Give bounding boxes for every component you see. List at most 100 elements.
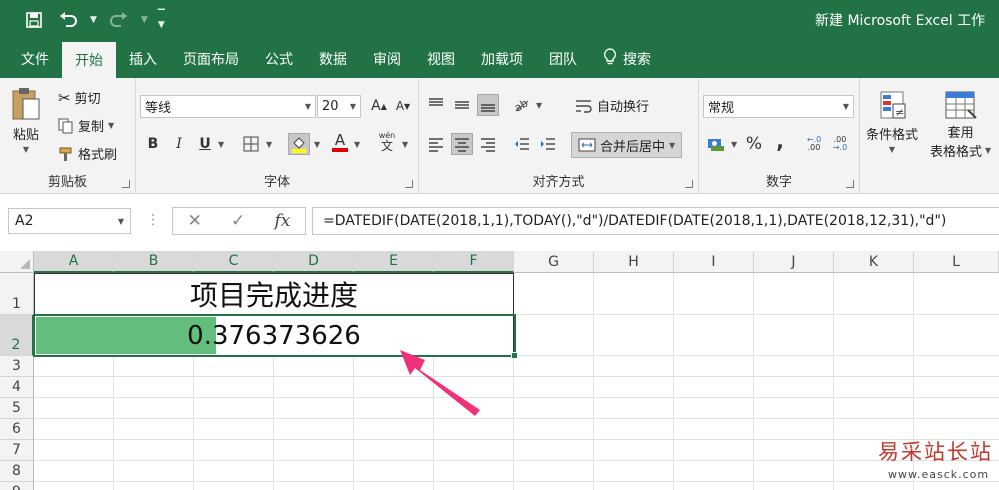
row-header-7[interactable]: 7 [0, 440, 34, 461]
insert-function-icon[interactable]: fx [275, 211, 291, 231]
align-left-icon[interactable] [425, 133, 447, 155]
column-header-i[interactable]: I [674, 251, 754, 273]
comma-button[interactable]: , [769, 129, 791, 153]
font-color-icon[interactable]: A [329, 131, 351, 153]
font-launcher-icon[interactable] [405, 180, 413, 188]
fill-handle[interactable] [511, 352, 518, 359]
format-as-table-dropdown-icon[interactable]: ▼ [985, 146, 991, 155]
align-bottom-icon[interactable] [477, 94, 499, 116]
customize-qat-icon[interactable]: ▔ ▼ [158, 10, 165, 30]
increase-decimal-icon[interactable]: ←.0.00 [803, 133, 825, 155]
tab-data[interactable]: 数据 [306, 40, 360, 78]
column-header-j[interactable]: J [754, 251, 834, 273]
fill-color-icon[interactable] [288, 133, 310, 155]
column-header-b[interactable]: B [114, 251, 194, 273]
row-header-5[interactable]: 5 [0, 398, 34, 419]
column-header-k[interactable]: K [834, 251, 914, 273]
undo-dropdown-icon[interactable]: ▼ [90, 15, 97, 25]
italic-button[interactable]: I [168, 133, 190, 155]
name-box[interactable]: A2 ▼ [8, 208, 131, 234]
tab-home[interactable]: 开始 [62, 42, 116, 78]
tab-insert[interactable]: 插入 [116, 40, 170, 78]
formula-input[interactable]: =DATEDIF(DATE(2018,1,1),TODAY(),"d")/DAT… [312, 207, 999, 235]
paste-dropdown-icon[interactable]: ▼ [23, 145, 29, 154]
decrease-font-icon[interactable]: A ▼ [392, 95, 414, 117]
tab-page-layout[interactable]: 页面布局 [170, 40, 252, 78]
borders-icon[interactable] [240, 133, 262, 155]
column-header-h[interactable]: H [594, 251, 674, 273]
save-icon[interactable] [22, 9, 46, 31]
row-header-6[interactable]: 6 [0, 419, 34, 440]
conditional-format-dropdown-icon[interactable]: ▼ [889, 145, 895, 154]
increase-indent-icon[interactable] [537, 133, 559, 155]
number-format-dropdown-icon[interactable]: ▼ [843, 102, 849, 111]
column-header-g[interactable]: G [514, 251, 594, 273]
accounting-dropdown-icon[interactable]: ▼ [731, 140, 737, 149]
bold-button[interactable]: B [142, 133, 164, 155]
cancel-icon[interactable]: ✕ [188, 211, 202, 231]
cell-a1-merged[interactable]: 项目完成进度 [34, 273, 514, 315]
underline-dropdown-icon[interactable]: ▼ [218, 140, 224, 149]
wrap-text-button[interactable]: 自动换行 [575, 96, 649, 115]
align-top-icon[interactable] [425, 94, 447, 116]
tab-file[interactable]: 文件 [8, 40, 62, 78]
row-header-2[interactable]: 2 [0, 315, 34, 356]
redo-dropdown-icon[interactable]: ▼ [141, 15, 148, 25]
phonetic-dropdown-icon[interactable]: ▼ [402, 140, 408, 149]
row-header-3[interactable]: 3 [0, 356, 34, 377]
row-header-1[interactable]: 1 [0, 273, 34, 315]
column-header-c[interactable]: C [194, 251, 274, 273]
copy-dropdown-icon[interactable]: ▼ [108, 121, 114, 130]
merge-center-dropdown-icon[interactable]: ▼ [669, 141, 675, 150]
tab-formulas[interactable]: 公式 [252, 40, 306, 78]
number-format-combo[interactable]: 常规 ▼ [703, 95, 854, 118]
copy-button[interactable]: 复制 ▼ [58, 116, 114, 135]
phonetic-icon[interactable]: wén 文 [376, 131, 398, 153]
fill-color-dropdown-icon[interactable]: ▼ [314, 140, 320, 149]
format-painter-button[interactable]: 格式刷 [58, 144, 117, 163]
row-header-8[interactable]: 8 [0, 461, 34, 482]
column-header-e[interactable]: E [354, 251, 434, 273]
formula-bar-grip-icon[interactable]: ⋮ [146, 212, 161, 228]
decrease-indent-icon[interactable] [511, 133, 533, 155]
accounting-format-icon[interactable] [705, 133, 727, 155]
select-all-corner[interactable] [0, 251, 34, 273]
column-header-f[interactable]: F [434, 251, 514, 273]
merge-center-button[interactable]: 合并后居中 ▼ [571, 132, 683, 158]
conditional-format-button[interactable]: ≠ 条件格式 ▼ [866, 90, 918, 154]
column-header-d[interactable]: D [274, 251, 354, 273]
clipboard-launcher-icon[interactable] [122, 180, 130, 188]
column-header-l[interactable]: L [914, 251, 999, 273]
orientation-dropdown-icon[interactable]: ▼ [536, 101, 542, 110]
column-header-a[interactable]: A [34, 251, 114, 273]
decrease-decimal-icon[interactable]: .00 →.0 [829, 133, 851, 155]
percent-button[interactable]: % [743, 133, 765, 155]
font-name-combo[interactable]: 等线 ▼ [140, 95, 316, 118]
redo-icon[interactable] [107, 9, 131, 31]
tab-review[interactable]: 审阅 [360, 40, 414, 78]
alignment-launcher-icon[interactable] [685, 180, 693, 188]
orientation-icon[interactable]: ab [511, 94, 533, 116]
tab-search[interactable]: 搜索 [590, 40, 664, 78]
tab-add-ins[interactable]: 加载项 [468, 40, 536, 78]
undo-icon[interactable] [56, 9, 80, 31]
tab-team[interactable]: 团队 [536, 40, 590, 78]
row-header-9[interactable]: 9 [0, 482, 34, 490]
row-header-4[interactable]: 4 [0, 377, 34, 398]
increase-font-icon[interactable]: A ▲ [368, 95, 390, 117]
align-center-icon[interactable] [451, 133, 473, 155]
font-color-dropdown-icon[interactable]: ▼ [354, 140, 360, 149]
name-box-dropdown-icon[interactable]: ▼ [118, 217, 124, 226]
enter-icon[interactable]: ✓ [231, 211, 245, 231]
tab-view[interactable]: 视图 [414, 40, 468, 78]
font-size-dropdown-icon[interactable]: ▼ [350, 102, 356, 111]
borders-dropdown-icon[interactable]: ▼ [266, 140, 272, 149]
font-name-dropdown-icon[interactable]: ▼ [305, 102, 311, 111]
paste-button[interactable]: 粘贴 ▼ [10, 86, 42, 154]
number-launcher-icon[interactable] [846, 180, 854, 188]
align-middle-icon[interactable] [451, 94, 473, 116]
align-right-icon[interactable] [477, 133, 499, 155]
cut-button[interactable]: ✂ 剪切 [58, 88, 101, 108]
font-size-combo[interactable]: 20 ▼ [317, 95, 361, 118]
format-as-table-button[interactable]: 套用 表格格式 ▼ [930, 90, 991, 160]
